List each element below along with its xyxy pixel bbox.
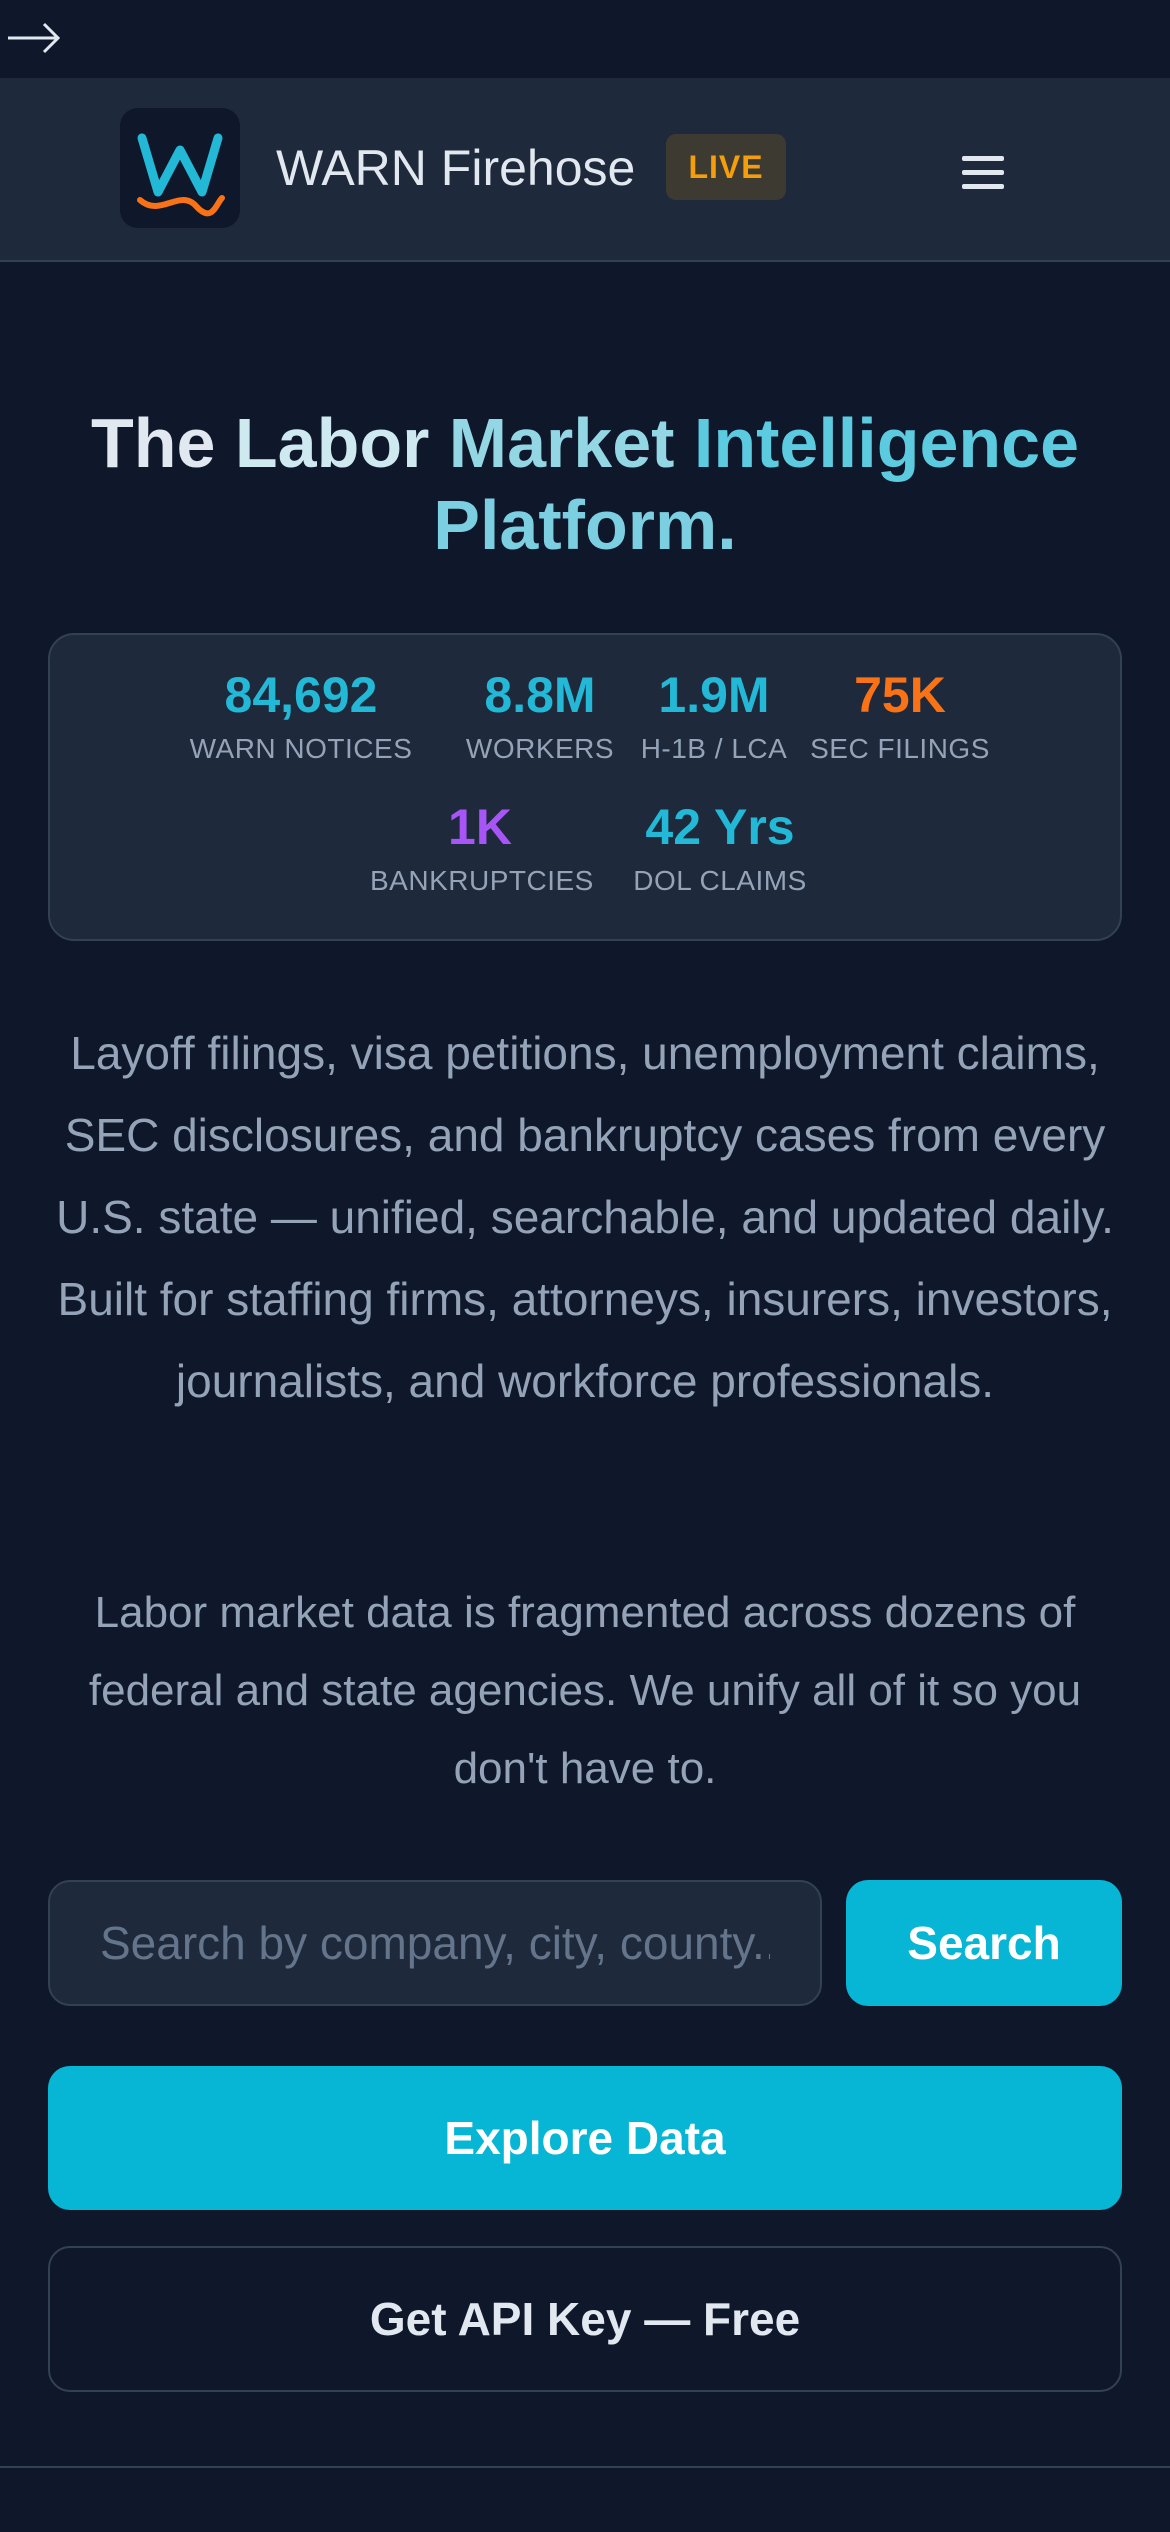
stat-label: WORKERS (465, 733, 615, 764)
hero-description: Layoff filings, visa petitions, unemploy… (56, 1027, 1114, 1407)
stat-sec-filings: 75K SEC FILINGS (790, 665, 1010, 767)
explore-data-button[interactable]: Explore Data (48, 2066, 1122, 2210)
stat-label: DOL CLAIMS (633, 865, 807, 896)
arrow-right-icon[interactable] (6, 18, 62, 58)
stat-value: 84,692 (224, 667, 378, 723)
hero-title-word: Market (448, 404, 675, 482)
stat-value: 75K (854, 667, 946, 723)
logo-w-icon (137, 133, 225, 217)
brand-name[interactable]: WARN Firehose (276, 136, 635, 200)
hero-title-word: Labor (234, 404, 430, 482)
get-api-key-button[interactable]: Get API Key — Free (48, 2246, 1122, 2392)
stats-card: 84,692 WARN NOTICES 8.8M WORKERS 1.9M H-… (48, 633, 1122, 941)
footer-divider (0, 2466, 1170, 2468)
search-input[interactable] (48, 1880, 822, 2006)
search-button[interactable]: Search (846, 1880, 1122, 2006)
stat-warn-notices: 84,692 WARN NOTICES (186, 665, 416, 767)
stat-value: 42 Yrs (645, 799, 795, 855)
hero-title-word: Platform. (433, 486, 737, 564)
live-badge: LIVE (666, 134, 786, 200)
site-header: WARN Firehose LIVE (0, 78, 1170, 262)
top-strip (0, 0, 1170, 78)
stat-label: WARN NOTICES (189, 733, 413, 764)
stat-value: 1K (448, 799, 512, 855)
stat-label: SEC FILINGS (810, 733, 990, 764)
stat-dol-claims: 42 Yrs DOL CLAIMS (610, 797, 830, 899)
logo[interactable] (120, 108, 240, 228)
stat-value: 8.8M (484, 667, 596, 723)
hero-title-word: Intelligence (693, 404, 1080, 482)
hero-title-word: The (90, 404, 216, 482)
stat-bankruptcies: 1K BANKRUPTCIES (370, 797, 594, 899)
stat-h1b-lca: 1.9M H-1B / LCA (614, 665, 814, 767)
stat-value: 1.9M (658, 667, 770, 723)
hero-title: The Labor Market Intelligence Platform. (40, 402, 1130, 566)
stat-label: H-1B / LCA (640, 733, 788, 764)
stat-workers: 8.8M WORKERS (440, 665, 640, 767)
hero-subdescription: Labor market data is fragmented across d… (88, 1588, 1082, 1793)
hamburger-menu-icon[interactable] (958, 152, 1008, 194)
stat-label: BANKRUPTCIES (370, 865, 594, 896)
